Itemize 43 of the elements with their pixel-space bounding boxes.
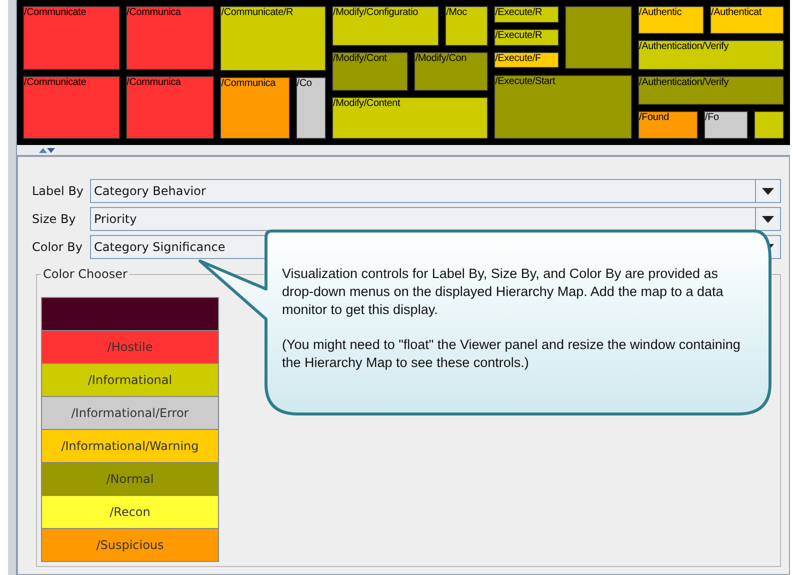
color-swatch[interactable]: /Informational — [42, 364, 218, 396]
treemap-cell[interactable]: /Modify/Cont — [332, 52, 408, 92]
treemap-cell[interactable]: /Found — [638, 111, 698, 139]
color-swatch[interactable]: /Recon — [42, 496, 218, 528]
treemap-cell[interactable]: /Moc — [445, 6, 488, 46]
treemap-cell[interactable]: /Communicate — [23, 76, 120, 139]
treemap-cell[interactable]: /Execute/R — [494, 6, 560, 23]
treemap-cell[interactable]: /Execute/R — [494, 28, 560, 46]
treemap-cell[interactable]: /Execute/Start — [494, 74, 632, 139]
treemap-cell[interactable]: /Communicate/R — [220, 6, 326, 70]
treemap-cell[interactable]: /Modify/Content — [332, 97, 488, 140]
treemap-cell[interactable] — [754, 111, 784, 139]
treemap-cell[interactable]: /Authentication/Verify — [638, 40, 784, 70]
treemap-cell[interactable]: /Fo — [704, 111, 748, 139]
color-swatch[interactable]: /Normal — [42, 463, 218, 495]
treemap-cell[interactable]: /Co — [296, 76, 326, 139]
dropdown-arrow-icon — [762, 216, 774, 222]
control-label: Color By — [32, 240, 84, 254]
treemap-cell[interactable]: /Communica — [126, 76, 214, 139]
collapse-arrows-icon[interactable] — [39, 147, 55, 153]
treemap-cell[interactable]: /Authentication/Verify — [638, 76, 784, 106]
treemap-cell[interactable]: /Modify/Con — [414, 52, 488, 92]
color-swatch[interactable]: /Informational/Error — [42, 397, 218, 429]
treemap-cell[interactable]: /Execute/F — [494, 52, 560, 68]
dropdown-arrow-icon — [762, 188, 774, 194]
treemap-cell[interactable]: /Authentic — [638, 6, 704, 34]
control-label: Label By — [32, 184, 85, 198]
treemap-cell[interactable]: /Authenticat — [710, 6, 784, 34]
treemap-cell[interactable]: /Communicate — [23, 6, 120, 70]
callout-text: (You might need to "float" the Viewer panel and resize the window containing the Hierarchy Map to see these controls.) — [282, 336, 742, 372]
color-swatch[interactable]: /Informational/Warning — [42, 430, 218, 462]
treemap-cell[interactable]: /Communica — [126, 6, 214, 70]
treemap-cell[interactable] — [565, 6, 632, 68]
treemap-cell[interactable]: /Modify/Configuratio — [332, 6, 440, 46]
color-swatch[interactable]: /Suspicious — [42, 529, 218, 561]
splitter-bar[interactable] — [17, 145, 790, 156]
callout-text: Visualization controls for Label By, Size By, and Color By are provided as drop-down menus on the displayed Hierarchy Map. Add the map to a data monitor to get this display. — [282, 265, 724, 319]
dropdown[interactable]: Category Behavior — [90, 179, 781, 203]
treemap-cell[interactable]: /Communica — [220, 76, 290, 139]
color-swatch[interactable] — [42, 298, 218, 330]
control-label: Size By — [32, 212, 77, 226]
group-title: Color Chooser — [42, 267, 128, 281]
dropdown[interactable]: Priority — [90, 207, 781, 231]
